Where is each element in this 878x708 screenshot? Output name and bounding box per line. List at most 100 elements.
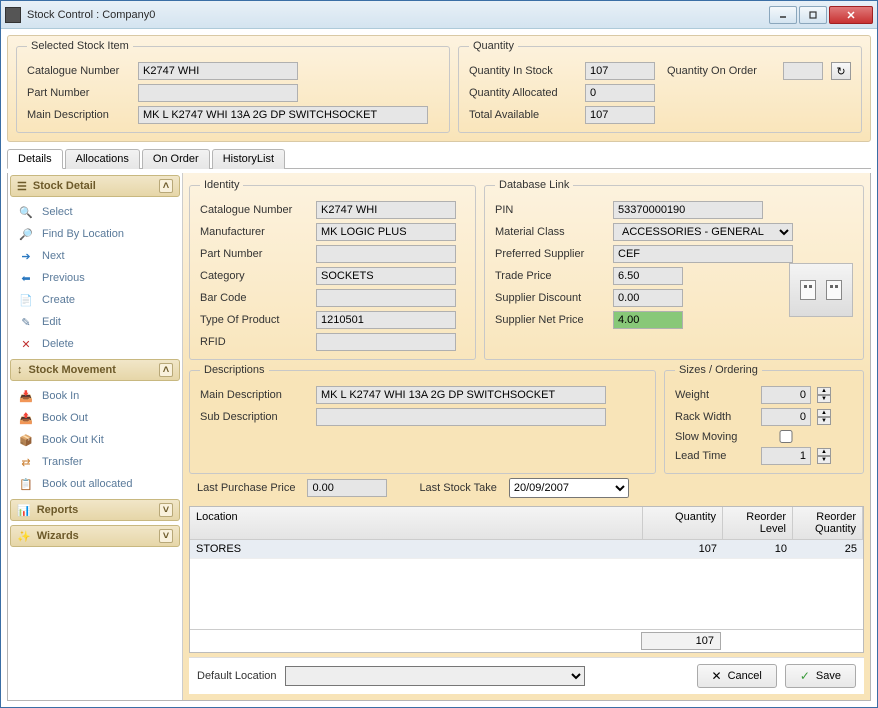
quantity-group: Quantity Quantity In Stock Quantity On O… — [458, 40, 862, 133]
sz-lead-value[interactable] — [761, 447, 811, 465]
descriptions-group: Descriptions Main Description Sub Descri… — [189, 364, 656, 474]
tab-history[interactable]: HistoryList — [212, 149, 285, 169]
product-image — [789, 263, 853, 317]
nav-next[interactable]: ➔Next — [8, 245, 182, 267]
nav-reports-header[interactable]: 📊Reports ˅ — [10, 499, 180, 521]
nav-select[interactable]: 🔍Select — [8, 201, 182, 223]
row-rl: 10 — [723, 540, 793, 558]
nav-create[interactable]: 📄Create — [8, 289, 182, 311]
last-price-label: Last Purchase Price — [197, 482, 295, 494]
lead-stepper[interactable]: ▲▼ — [817, 448, 831, 464]
qty-onorder-label: Quantity On Order — [667, 65, 777, 77]
tab-on-order[interactable]: On Order — [142, 149, 210, 169]
catalogue-value — [138, 62, 298, 80]
nav-next-label: Next — [42, 250, 65, 262]
refresh-button[interactable]: ↻ — [831, 62, 851, 80]
col-location[interactable]: Location — [190, 507, 643, 539]
desc-legend: Descriptions — [200, 364, 269, 376]
location-table-footer: 107 — [190, 629, 863, 652]
nav-delete-label: Delete — [42, 338, 74, 350]
qty-allocated-value — [585, 84, 655, 102]
cancel-button[interactable]: ✕Cancel — [697, 664, 777, 688]
nav-find-by-location[interactable]: 🔎 Find By Location — [8, 223, 182, 245]
id-cat-value — [316, 201, 456, 219]
sz-rack-value[interactable] — [761, 408, 811, 426]
weight-stepper[interactable]: ▲▼ — [817, 387, 831, 403]
top-summary-panel: Selected Stock Item Catalogue Number Par… — [7, 35, 871, 142]
arrow-left-icon: ⬅ — [18, 270, 34, 286]
nav-transfer[interactable]: ⇄Transfer — [8, 451, 182, 473]
nav-find-label: Find By Location — [42, 228, 124, 240]
tab-details[interactable]: Details — [7, 149, 63, 169]
close-button[interactable] — [829, 6, 873, 24]
minimize-button[interactable] — [769, 6, 797, 24]
nav-stock-detail-header[interactable]: ☰Stock Detail ˄ — [10, 175, 180, 197]
col-reorder-qty[interactable]: Reorder Quantity — [793, 507, 863, 539]
qty-instock-value — [585, 62, 655, 80]
id-part-label: Part Number — [200, 248, 310, 260]
slow-moving-checkbox[interactable] — [761, 430, 811, 443]
sz-weight-value[interactable] — [761, 386, 811, 404]
nav-delete[interactable]: ✕ Delete — [8, 333, 182, 355]
nav-edit-label: Edit — [42, 316, 61, 328]
nav-bookin-label: Book In — [42, 390, 79, 402]
location-table-body: STORES 107 10 25 — [190, 540, 863, 629]
edit-icon: ✎ — [18, 314, 34, 330]
nav-wizards-header[interactable]: ✨Wizards ˅ — [10, 525, 180, 547]
selected-stock-group: Selected Stock Item Catalogue Number Par… — [16, 40, 450, 133]
maximize-button[interactable] — [799, 6, 827, 24]
qty-allocated-label: Quantity Allocated — [469, 87, 579, 99]
row-qty: 107 — [643, 540, 723, 558]
id-cat-label: Catalogue Number — [200, 204, 310, 216]
nav-book-out-allocated[interactable]: 📋Book out allocated — [8, 473, 182, 495]
row-rq: 25 — [793, 540, 863, 558]
rack-stepper[interactable]: ▲▼ — [817, 409, 831, 425]
window-frame: Stock Control : Company0 Selected Stock … — [0, 0, 878, 708]
search-location-icon: 🔎 — [18, 226, 34, 242]
db-pin-value — [613, 201, 763, 219]
nav-previous[interactable]: ⬅ Previous — [8, 267, 182, 289]
nav-reports-title: Reports — [37, 504, 79, 516]
selected-stock-legend: Selected Stock Item — [27, 40, 133, 52]
id-barcode-label: Bar Code — [200, 292, 310, 304]
db-supplier-value — [613, 245, 793, 263]
main-area: ☰Stock Detail ˄ 🔍Select 🔎 Find By Locatio… — [7, 173, 871, 701]
identity-legend: Identity — [200, 179, 243, 191]
nav-edit[interactable]: ✎ Edit — [8, 311, 182, 333]
table-row[interactable]: STORES 107 10 25 — [190, 540, 863, 559]
nav-book-in[interactable]: 📥Book In — [8, 385, 182, 407]
last-stock-take-select[interactable]: 20/09/2007 — [509, 478, 629, 498]
movement-icon: ↕ — [17, 364, 23, 376]
col-reorder-level[interactable]: Reorder Level — [723, 507, 793, 539]
check-icon: ✓ — [800, 669, 810, 683]
list-icon: ☰ — [17, 180, 27, 193]
window-buttons — [769, 6, 873, 24]
col-quantity[interactable]: Quantity — [643, 507, 723, 539]
chevron-up-icon: ˄ — [159, 179, 173, 193]
save-button[interactable]: ✓Save — [785, 664, 856, 688]
nav-book-out-kit[interactable]: 📦Book Out Kit — [8, 429, 182, 451]
db-discount-value — [613, 289, 683, 307]
db-material-select[interactable]: ACCESSORIES - GENERAL — [613, 223, 793, 241]
default-location-select[interactable] — [285, 666, 585, 686]
nav-stock-movement-header[interactable]: ↕Stock Movement ˄ — [10, 359, 180, 381]
footer-qty: 107 — [641, 632, 721, 650]
transfer-icon: ⇄ — [18, 454, 34, 470]
side-nav: ☰Stock Detail ˄ 🔍Select 🔎 Find By Locatio… — [8, 173, 183, 700]
delete-icon: ✕ — [18, 336, 34, 352]
db-net-value — [613, 311, 683, 329]
nav-prev-label: Previous — [42, 272, 85, 284]
id-category-value — [316, 267, 456, 285]
chevron-down-icon: ˅ — [159, 503, 173, 517]
catalogue-label: Catalogue Number — [27, 65, 132, 77]
sizes-group: Sizes / Ordering Weight▲▼ Rack Width▲▼ S… — [664, 364, 864, 474]
id-rfid-label: RFID — [200, 336, 310, 348]
id-type-label: Type Of Product — [200, 314, 310, 326]
tabstrip: Details Allocations On Order HistoryList — [7, 148, 871, 169]
nav-book-out[interactable]: 📤Book Out — [8, 407, 182, 429]
id-part-value — [316, 245, 456, 263]
dblink-legend: Database Link — [495, 179, 573, 191]
qty-onorder-value — [783, 62, 823, 80]
book-out-icon: 📤 — [18, 410, 34, 426]
tab-allocations[interactable]: Allocations — [65, 149, 140, 169]
